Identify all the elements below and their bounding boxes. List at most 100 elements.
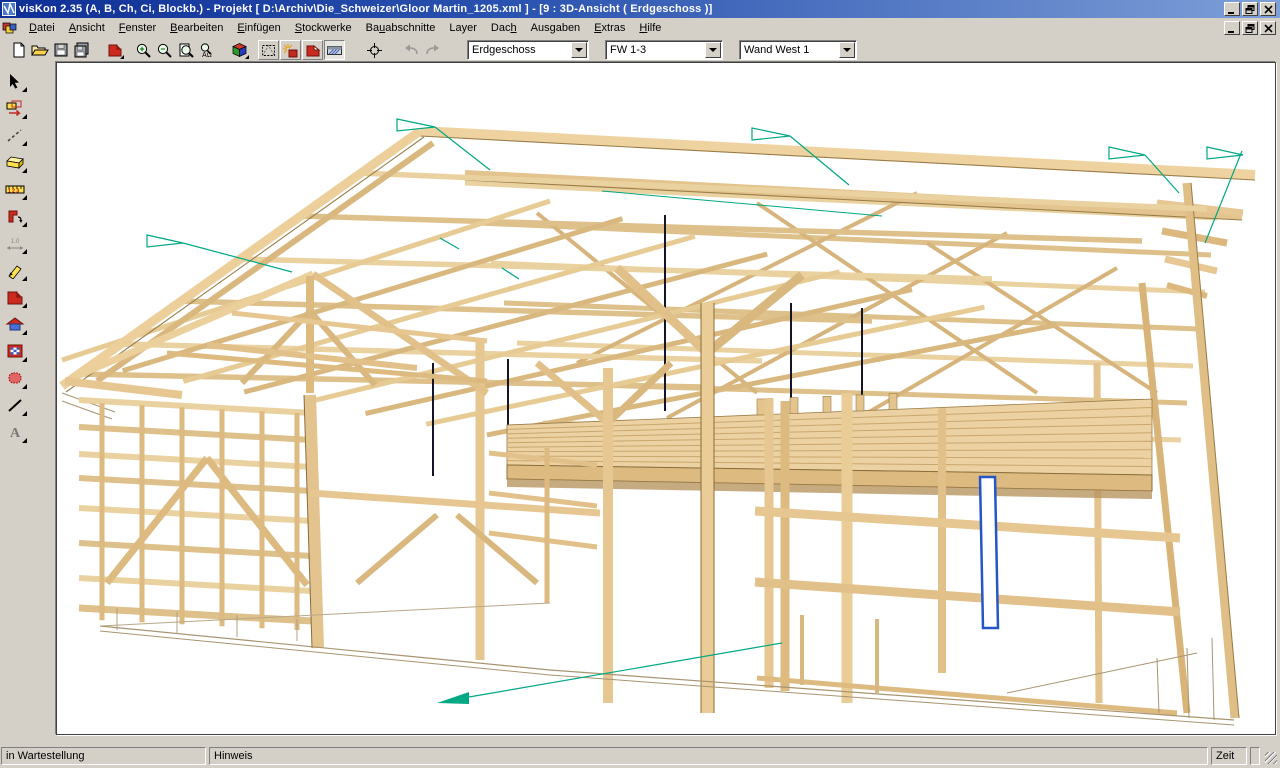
crosshair-icon: [366, 42, 383, 59]
status-extra: [1250, 747, 1260, 765]
viskon-logo-icon: [2, 2, 16, 16]
svg-text:1 2 3: 1 2 3: [8, 189, 19, 195]
menu-bauabschnitte[interactable]: Bauabschnitte: [359, 20, 443, 37]
hatch-texture-icon: [326, 44, 343, 57]
roof-corner-tool-button[interactable]: [3, 285, 27, 309]
close-icon: [1264, 5, 1273, 14]
tool-palette: 1 2 3 1.0 A: [0, 62, 30, 745]
section-dropdown[interactable]: FW 1-3: [605, 40, 723, 60]
rotate-tool-button[interactable]: [3, 204, 27, 228]
zoom-in-button[interactable]: [133, 40, 154, 60]
save-icon: [53, 42, 69, 58]
restore-button[interactable]: [1242, 2, 1258, 16]
roof-tool-button[interactable]: [104, 40, 125, 60]
zoom-page-button[interactable]: [175, 40, 196, 60]
storey-dropdown[interactable]: Erdgeschoss: [467, 40, 589, 60]
sun-shading-button[interactable]: [280, 40, 301, 60]
beam-tool-button[interactable]: [3, 150, 27, 174]
wall-copy-tool-button[interactable]: [3, 96, 27, 120]
section-dropdown-button[interactable]: [705, 42, 721, 58]
new-document-button[interactable]: [8, 40, 29, 60]
zoom-page-icon: [177, 42, 194, 59]
resize-grip[interactable]: [1262, 747, 1278, 765]
wall-value: Wand West 1: [740, 44, 839, 56]
menu-hilfe[interactable]: Hilfe: [632, 20, 668, 37]
measure-tool-button[interactable]: 1 2 3: [3, 177, 27, 201]
menu-dach[interactable]: Dach: [484, 20, 524, 37]
new-document-icon: [11, 42, 27, 58]
roof-corner-tool-icon: [6, 288, 24, 306]
menu-ansicht[interactable]: Ansicht: [62, 20, 112, 37]
menu-einfgen[interactable]: Einfügen: [230, 20, 287, 37]
menu-datei[interactable]: Datei: [22, 20, 62, 37]
insulation-tool-button[interactable]: [3, 366, 27, 390]
panel-tool-icon: [6, 342, 24, 360]
selected-member[interactable]: [980, 477, 998, 628]
toolbar-separator: [92, 40, 104, 60]
zoom-out-button[interactable]: [154, 40, 175, 60]
crosshair-button[interactable]: [364, 40, 385, 60]
wireframe-view-icon: [260, 43, 277, 58]
open-folder-button[interactable]: [29, 40, 50, 60]
menu-ausgaben[interactable]: Ausgaben: [524, 20, 588, 37]
3d-viewport[interactable]: [56, 62, 1276, 735]
menu-bearbeiten[interactable]: Bearbeiten: [163, 20, 230, 37]
chevron-down-icon: [709, 48, 717, 52]
toolbar-separator: [125, 40, 133, 60]
window-title: visKon 2.35 (A, B, Ch, Ci, Blockb.) - Pr…: [19, 3, 1224, 15]
hatch-texture-button[interactable]: [324, 40, 345, 60]
panel-tool-button[interactable]: [3, 339, 27, 363]
main-toolbar: AΩ Erdgeschoss FW 1-3 Wand West 1: [0, 38, 1280, 62]
section-value: FW 1-3: [606, 44, 705, 56]
menu-stockwerke[interactable]: Stockwerke: [288, 20, 359, 37]
dimension-tool-button: 1.0: [3, 231, 27, 255]
undo-icon: [403, 43, 420, 57]
child-close-button[interactable]: [1260, 21, 1276, 35]
save-all-icon: [73, 42, 91, 58]
select-arrow-button[interactable]: [3, 69, 27, 93]
save-button[interactable]: [50, 40, 71, 60]
document-window-icon: [2, 21, 18, 35]
wireframe-view-button[interactable]: [258, 40, 279, 60]
line-tool-button[interactable]: [3, 393, 27, 417]
pencil-beam-tool-icon: [6, 261, 24, 279]
title-bar: visKon 2.35 (A, B, Ch, Ci, Blockb.) - Pr…: [0, 0, 1280, 18]
cube-3d-button[interactable]: [229, 40, 250, 60]
wall-copy-tool-icon: [5, 99, 25, 117]
zoom-out-icon: [156, 42, 173, 59]
pencil-beam-tool-button[interactable]: [3, 258, 27, 282]
text-tool-button[interactable]: A: [3, 420, 27, 444]
toolbar-separator: [217, 40, 229, 60]
chevron-down-icon: [843, 48, 851, 52]
dashed-line-tool-button[interactable]: [3, 123, 27, 147]
save-all-button[interactable]: [71, 40, 92, 60]
wall-dropdown-button[interactable]: [839, 42, 855, 58]
close-button[interactable]: [1260, 2, 1276, 16]
house-tool-button[interactable]: [3, 312, 27, 336]
menu-layer[interactable]: Layer: [442, 20, 484, 37]
left-wall-framing: [79, 400, 312, 630]
menu-fenster[interactable]: Fenster: [112, 20, 163, 37]
storey-dropdown-button[interactable]: [571, 42, 587, 58]
cube-3d-icon: [231, 42, 248, 59]
toolbar-separator: [443, 40, 467, 60]
wall-dropdown[interactable]: Wand West 1: [739, 40, 857, 60]
roof-flag-button[interactable]: [302, 40, 323, 60]
menu-extras[interactable]: Extras: [587, 20, 632, 37]
sun-shading-icon: [282, 43, 299, 58]
measure-tool-icon: 1 2 3: [5, 181, 25, 197]
zoom-letters-button[interactable]: AΩ: [196, 40, 217, 60]
zoom-letters-icon: AΩ: [198, 42, 215, 59]
child-restore-button[interactable]: [1242, 21, 1258, 35]
dashed-line-tool-icon: [6, 126, 24, 144]
timber-frame-drawing: [57, 63, 1275, 734]
house-tool-icon: [5, 315, 25, 333]
storey-value: Erdgeschoss: [468, 44, 571, 56]
toolbar-separator: [385, 40, 401, 60]
status-bar: in Wartestellung Hinweis Zeit: [0, 745, 1280, 768]
svg-text:1.0: 1.0: [11, 239, 20, 245]
text-tool-icon: A: [6, 423, 24, 441]
minimize-button[interactable]: [1224, 2, 1240, 16]
child-minimize-button[interactable]: [1224, 21, 1240, 35]
zoom-in-icon: [135, 42, 152, 59]
